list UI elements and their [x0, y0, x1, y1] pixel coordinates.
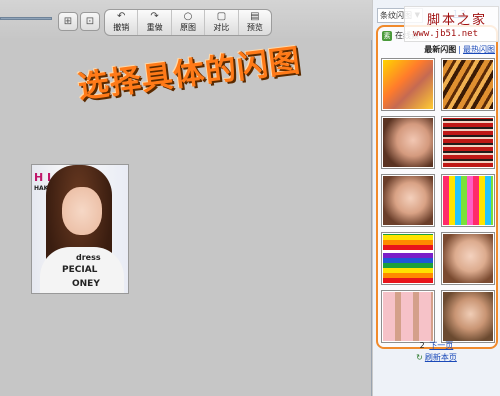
redo-label: 重做: [146, 23, 163, 32]
online-material-icon: 素: [382, 30, 392, 41]
original-button[interactable]: ○ 原图: [172, 10, 206, 35]
edited-photo: H L HAKE dress PECIAL ONEY: [31, 164, 129, 294]
flash-thumbnail[interactable]: [441, 290, 495, 343]
actual-size-icon: ⊡: [85, 16, 95, 27]
canvas-area: ⊞ ⊡ ↶ 撤销 ↷ 重做 ○ 原图 ▢ 对比 ▤ 预览 选择具体的闪图 H L…: [0, 0, 372, 396]
flash-thumbnail[interactable]: [381, 290, 435, 343]
original-icon: ○: [183, 11, 193, 22]
redo-icon: ↷: [150, 11, 159, 22]
preview-icon: ▤: [250, 11, 260, 22]
compare-icon: ▢: [216, 11, 227, 22]
undo-button[interactable]: ↶ 撤销: [105, 10, 139, 35]
fit-screen-icon: ⊞: [63, 16, 73, 27]
flash-picker-frame: 素 在线素 最新闪图|最热闪图: [376, 25, 498, 349]
watermark-title: 脚本之家: [427, 13, 488, 28]
refresh-icon: ↻: [416, 353, 423, 362]
refresh-link[interactable]: 刷新本页: [425, 353, 457, 362]
effects-panel: 条纹闪图 ▼ 1 2 素 在线素 最新闪图|最热闪图 2 下一页 ↻: [373, 0, 500, 396]
flash-thumbnail[interactable]: [381, 58, 435, 111]
sort-filters: 最新闪图 | 最热闪图: [378, 44, 496, 55]
photo-text-honey: ONEY: [72, 279, 100, 289]
current-page: 2: [419, 341, 425, 350]
redo-button[interactable]: ↷ 重做: [138, 10, 172, 35]
zoom-slider[interactable]: [0, 17, 52, 20]
photo-text-special: PECIAL: [62, 265, 98, 275]
flash-thumbnail[interactable]: [381, 232, 435, 285]
preview-label: 预览: [246, 23, 263, 32]
flash-thumbnail-grid: [381, 58, 495, 343]
actual-size-button[interactable]: ⊡: [80, 12, 100, 31]
site-watermark: 脚本之家 www.jb51.net: [404, 6, 499, 42]
refresh-row: ↻ 刷新本页: [373, 352, 500, 363]
flash-thumbnail[interactable]: [381, 174, 435, 227]
undo-icon: ↶: [117, 11, 126, 22]
editor-toolbar: ⊞ ⊡ ↶ 撤销 ↷ 重做 ○ 原图 ▢ 对比 ▤ 预览: [0, 0, 372, 40]
undo-label: 撤销: [113, 23, 130, 32]
edit-tool-group: ↶ 撤销 ↷ 重做 ○ 原图 ▢ 对比 ▤ 预览: [104, 9, 272, 36]
original-label: 原图: [180, 23, 197, 32]
flash-thumbnail[interactable]: [381, 116, 435, 169]
filter-separator: |: [458, 45, 461, 54]
next-page-link[interactable]: 下一页: [429, 341, 453, 350]
filter-hottest[interactable]: 最热闪图: [463, 45, 495, 54]
filter-newest[interactable]: 最新闪图: [424, 45, 456, 54]
photo-text-dress: dress: [76, 253, 101, 262]
watermark-url: www.jb51.net: [413, 29, 479, 39]
pagination: 2 下一页: [373, 340, 500, 351]
flash-thumbnail[interactable]: [441, 116, 495, 169]
flash-thumbnail[interactable]: [441, 232, 495, 285]
instruction-title: 选择具体的闪图: [75, 42, 303, 106]
preview-button[interactable]: ▤ 预览: [239, 10, 271, 35]
compare-button[interactable]: ▢ 对比: [205, 10, 239, 35]
fit-screen-button[interactable]: ⊞: [58, 12, 78, 31]
compare-label: 对比: [213, 23, 230, 32]
flash-thumbnail[interactable]: [441, 174, 495, 227]
flash-thumbnail[interactable]: [441, 58, 495, 111]
